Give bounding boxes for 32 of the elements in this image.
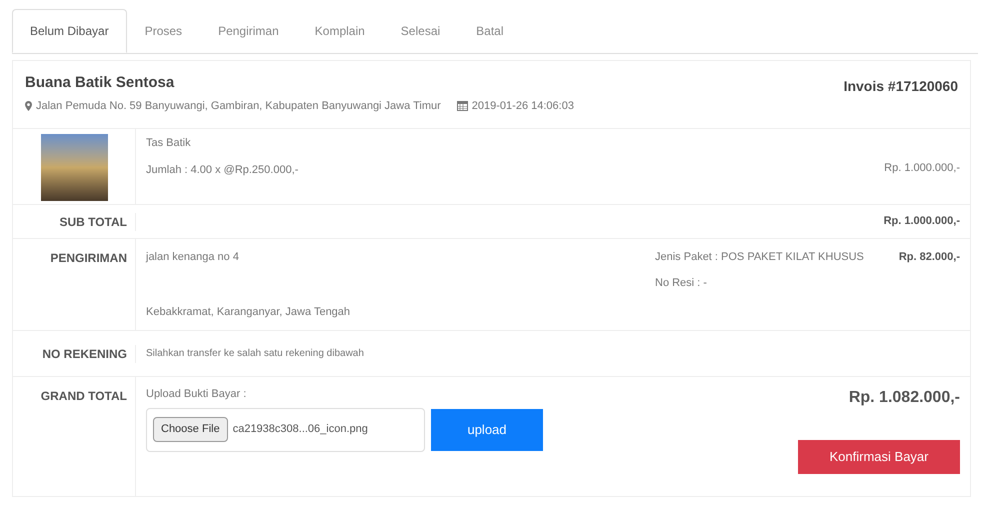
row-label: PENGIRIMAN xyxy=(49,250,128,267)
upload-label: Upload Bukti Bayar : xyxy=(146,387,248,402)
map-pin-icon xyxy=(25,100,32,111)
file-input[interactable]: Choose File ca21938c308...06_icon.png xyxy=(146,408,425,452)
shop-address: Jalan Pemuda No. 59 Banyuwangi, Gambiran, Kabupaten Banyuwangi Jawa Timur xyxy=(36,98,441,114)
photo-placeholder xyxy=(40,134,108,201)
tab[interactable]: Proses xyxy=(126,9,200,53)
subtotal-amount: Rp. 1.000.000,- xyxy=(882,214,961,230)
grand-total-amount: Rp. 1.082.000,- xyxy=(848,388,960,408)
tab[interactable]: Selesai xyxy=(382,9,458,53)
confirm-payment-button[interactable]: Konfirmasi Bayar xyxy=(798,440,960,474)
shop-name: Buana Batik Sentosa xyxy=(25,73,176,93)
product-price: Rp. 1.000.000,- xyxy=(884,161,960,176)
tab[interactable]: Komplain xyxy=(296,9,383,53)
row-label: SUB TOTAL xyxy=(13,212,136,230)
tab[interactable]: Belum Dibayar xyxy=(12,9,127,53)
transfer-note: Silahkan transfer ke salah satu rekening dibawah xyxy=(145,347,365,361)
tab[interactable]: Batal xyxy=(458,9,522,53)
shipping-cost: Rp. 82.000,- xyxy=(898,250,960,265)
product-name: Tas Batik xyxy=(146,136,192,151)
order-date: 2019-01-26 14:06:03 xyxy=(472,98,574,114)
receipt-number: No Resi : - xyxy=(655,276,708,290)
row-label: GRAND TOTAL xyxy=(40,388,128,405)
product-quantity: Jumlah : 4.00 x @Rp.250.000,- xyxy=(146,162,298,178)
shipping-street: jalan kenanga no 4 xyxy=(146,250,240,265)
upload-button[interactable]: upload xyxy=(431,408,543,450)
calendar-icon xyxy=(456,100,468,112)
shipping-region: Kebakkramat, Karanganyar, Jawa Tengah xyxy=(146,304,352,320)
invoice-number: Invois #17120060 xyxy=(844,77,958,96)
row-label: NO REKENING xyxy=(13,344,136,362)
tab[interactable]: Pengiriman xyxy=(200,9,297,53)
package-type: Jenis Paket : POS PAKET KILAT KHUSUS xyxy=(655,250,865,265)
